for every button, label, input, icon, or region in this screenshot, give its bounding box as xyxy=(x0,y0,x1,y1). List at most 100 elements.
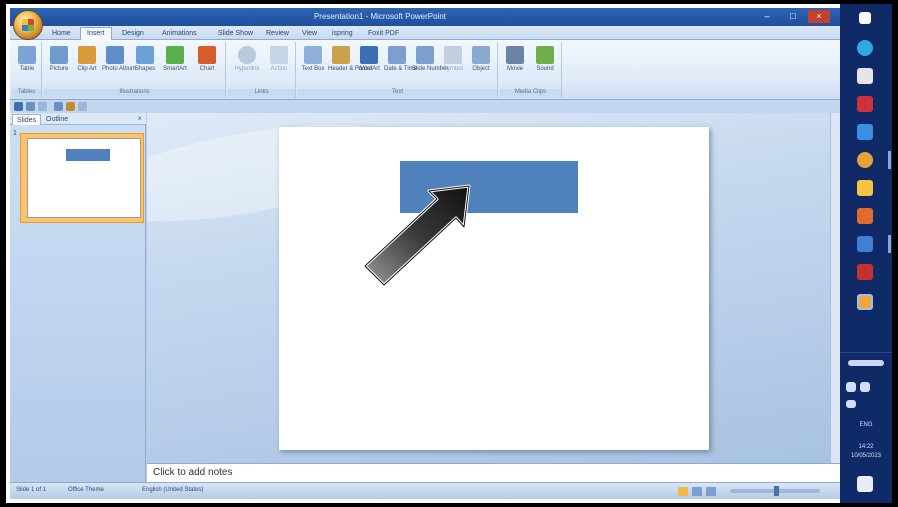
wordart-button[interactable]: WordArt xyxy=(356,46,382,73)
date-time-label: Date & Time xyxy=(384,66,418,72)
slide-thumbnail-number: 1 xyxy=(13,130,17,137)
active-app-indicator xyxy=(888,151,891,169)
vertical-scrollbar[interactable] xyxy=(830,113,840,463)
hyperlink-label: Hyperlink xyxy=(234,66,260,72)
arrow-shape-icon xyxy=(363,184,471,287)
notifications-icon[interactable] xyxy=(857,476,873,492)
quick-access-toolbar xyxy=(10,100,840,113)
slide-number-button[interactable]: Slide Number xyxy=(412,46,448,73)
normal-view-icon[interactable] xyxy=(678,487,688,496)
undo-icon[interactable] xyxy=(26,102,35,111)
red-app-icon[interactable] xyxy=(857,264,873,280)
symbol-label: Symbol xyxy=(442,66,463,72)
chart-button[interactable]: Chart xyxy=(194,46,220,73)
file-explorer-icon[interactable] xyxy=(857,180,873,196)
office-button[interactable] xyxy=(13,10,43,40)
tab-design[interactable]: Design xyxy=(122,28,144,40)
powerpoint-active-icon[interactable] xyxy=(857,294,873,310)
word-icon[interactable] xyxy=(857,236,873,252)
shapes-button[interactable]: Shapes xyxy=(132,46,158,73)
gift-app-icon[interactable] xyxy=(857,96,873,112)
group-label-tables: Tables xyxy=(12,89,41,97)
status-bar: Slide 1 of 1 Office Theme English (Unite… xyxy=(10,482,840,499)
date-time-icon xyxy=(388,46,406,64)
hyperlink-button[interactable]: Hyperlink xyxy=(232,46,262,73)
object-button[interactable]: Object xyxy=(468,46,494,73)
picture-button[interactable]: Picture xyxy=(46,46,72,73)
sound-button[interactable]: Sound xyxy=(532,46,558,73)
photo-album-button[interactable]: Photo Album xyxy=(102,46,136,73)
action-icon xyxy=(270,46,288,64)
network-icon[interactable] xyxy=(846,382,856,392)
clock-date[interactable]: 10/05/2023 xyxy=(844,453,888,459)
close-panel-icon[interactable]: × xyxy=(137,114,142,123)
action-label: Action xyxy=(270,66,288,72)
mail-icon[interactable] xyxy=(857,124,873,140)
windows-start-icon[interactable] xyxy=(859,12,871,24)
notes-placeholder: Click to add notes xyxy=(153,467,233,478)
slide-show-view-icon[interactable] xyxy=(706,487,716,496)
tab-home[interactable]: Home xyxy=(52,28,71,40)
wordart-icon xyxy=(360,46,378,64)
slide-sorter-view-icon[interactable] xyxy=(692,487,702,496)
object-icon xyxy=(472,46,490,64)
zoom-slider-knob[interactable] xyxy=(774,486,779,496)
input-language[interactable]: ENG xyxy=(844,422,888,428)
tab-animations[interactable]: Animations xyxy=(162,28,197,40)
clip-art-button[interactable]: Clip Art xyxy=(74,46,100,73)
tab-review[interactable]: Review xyxy=(266,28,289,40)
header-footer-button[interactable]: Header & Footer xyxy=(328,46,372,73)
symbol-icon xyxy=(444,46,462,64)
action-button[interactable]: Action xyxy=(264,46,294,73)
notes-pane[interactable]: Click to add notes xyxy=(147,463,840,482)
smartart-button[interactable]: SmartArt xyxy=(162,46,188,73)
customize-qat-icon[interactable] xyxy=(78,102,87,111)
group-label-media-clips: Media Clips xyxy=(500,89,561,97)
group-tables: Table Tables xyxy=(12,42,42,98)
language-status[interactable]: English (United States) xyxy=(142,487,203,493)
tab-slides[interactable]: Slides xyxy=(12,114,42,125)
thumbnail-rectangle-shape xyxy=(66,149,110,161)
battery-icon[interactable] xyxy=(846,400,856,408)
tab-slide-show[interactable]: Slide Show xyxy=(218,28,253,40)
tab-foxit-pdf[interactable]: Foxit PDF xyxy=(368,28,399,40)
slide-thumbnail-selected[interactable] xyxy=(20,133,144,223)
pointer-arrow-annotation xyxy=(363,184,471,287)
symbol-button[interactable]: Symbol xyxy=(440,46,466,73)
movie-label: Movie xyxy=(506,66,523,72)
theme-status: Office Theme xyxy=(68,487,104,493)
movie-icon xyxy=(506,46,524,64)
tab-outline[interactable]: Outline xyxy=(42,114,72,125)
table-button[interactable]: Table xyxy=(14,46,40,73)
slides-panel-tabs: Slides Outline × xyxy=(10,113,146,125)
volume-icon[interactable] xyxy=(860,382,870,392)
tab-insert[interactable]: Insert xyxy=(80,27,112,40)
powerpoint-taskbar-icon[interactable] xyxy=(857,208,873,224)
chrome-icon[interactable] xyxy=(857,152,873,168)
store-icon[interactable] xyxy=(857,68,873,84)
title-bar: Presentation1 - Microsoft PowerPoint – □… xyxy=(10,8,840,26)
chart-icon xyxy=(198,46,216,64)
sound-label: Sound xyxy=(536,66,554,72)
zoom-slider[interactable] xyxy=(730,486,820,496)
date-time-button[interactable]: Date & Time xyxy=(384,46,418,73)
tab-ispring[interactable]: ispring xyxy=(332,28,353,40)
save-icon[interactable] xyxy=(14,102,23,111)
maximize-button[interactable]: □ xyxy=(782,10,804,23)
close-button[interactable]: × xyxy=(808,10,830,23)
table-icon xyxy=(18,46,36,64)
clock-time[interactable]: 14:22 xyxy=(844,444,888,450)
header-footer-icon xyxy=(332,46,350,64)
photo-album-icon xyxy=(106,46,124,64)
print-icon[interactable] xyxy=(54,102,63,111)
open-icon[interactable] xyxy=(66,102,75,111)
tray-expander-icon[interactable] xyxy=(848,360,884,366)
movie-button[interactable]: Movie xyxy=(502,46,528,73)
text-box-button[interactable]: Text Box xyxy=(300,46,326,73)
redo-icon[interactable] xyxy=(38,102,47,111)
hyperlink-icon xyxy=(238,46,256,64)
tab-view[interactable]: View xyxy=(302,28,317,40)
edge-browser-icon[interactable] xyxy=(857,40,873,56)
object-label: Object xyxy=(472,66,490,72)
minimize-button[interactable]: – xyxy=(756,10,778,23)
